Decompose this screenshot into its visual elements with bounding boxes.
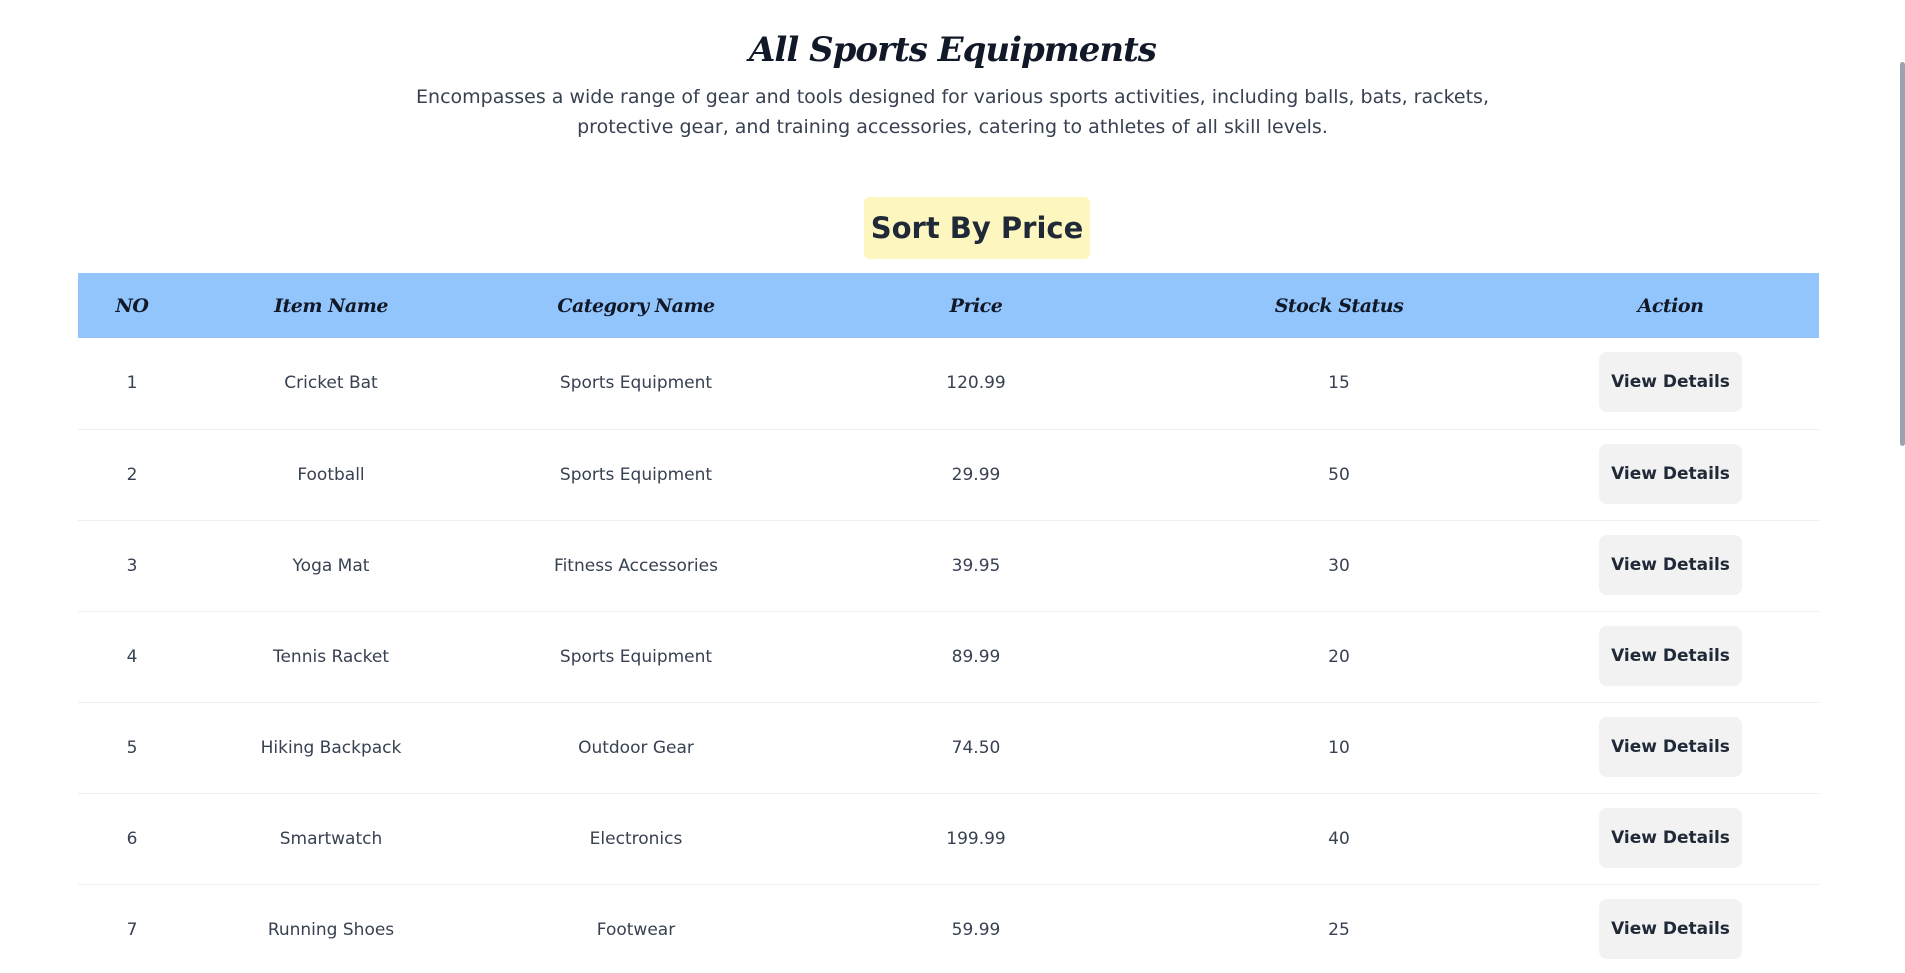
- cell-action: View Details: [1522, 520, 1819, 611]
- cell-action: View Details: [1522, 884, 1819, 973]
- cell-no: 6: [126, 828, 138, 849]
- cell-action: View Details: [1522, 702, 1819, 793]
- cell-stock-status: 15: [1328, 373, 1350, 394]
- column-header-no: NO: [115, 294, 149, 317]
- cell-price: 74.50: [951, 737, 1001, 758]
- cell-item-name: Smartwatch: [279, 828, 383, 849]
- table-header: NO Item Name Category Name Price Stock S…: [78, 273, 1819, 338]
- view-details-button[interactable]: View Details: [1599, 898, 1742, 959]
- cell-item-name: Cricket Bat: [284, 373, 378, 394]
- column-header-item-name: Item Name: [274, 294, 388, 317]
- sort-by-price-button[interactable]: Sort By Price: [864, 197, 1090, 259]
- cell-price: 39.95: [951, 555, 1001, 576]
- cell-no: 4: [126, 646, 138, 667]
- view-details-button[interactable]: View Details: [1599, 807, 1742, 868]
- cell-stock-status: 25: [1328, 919, 1350, 940]
- view-details-button[interactable]: View Details: [1599, 443, 1742, 504]
- cell-action: View Details: [1522, 793, 1819, 884]
- table-row: 6 Smartwatch Electronics 199.99 40 View …: [78, 793, 1819, 884]
- cell-category-name: Sports Equipment: [559, 646, 713, 667]
- column-header-category-name: Category Name: [557, 294, 715, 317]
- cell-category-name: Fitness Accessories: [554, 555, 718, 576]
- cell-item-name: Tennis Racket: [272, 646, 390, 667]
- cell-price: 199.99: [946, 828, 1006, 849]
- page-title: All Sports Equipments: [749, 30, 1157, 70]
- cell-stock-status: 40: [1328, 828, 1350, 849]
- table-row: 1 Cricket Bat Sports Equipment 120.99 15…: [78, 338, 1819, 429]
- view-details-button[interactable]: View Details: [1599, 716, 1742, 777]
- column-header-stock-status: Stock Status: [1274, 294, 1404, 317]
- cell-category-name: Sports Equipment: [559, 373, 713, 394]
- equipment-table-container: NO Item Name Category Name Price Stock S…: [78, 273, 1819, 973]
- table-header-row: NO Item Name Category Name Price Stock S…: [78, 273, 1819, 338]
- cell-no: 1: [126, 373, 138, 394]
- cell-no: 2: [126, 464, 138, 485]
- table-row: 3 Yoga Mat Fitness Accessories 39.95 30 …: [78, 520, 1819, 611]
- cell-no: 7: [126, 919, 138, 940]
- cell-no: 3: [126, 555, 138, 576]
- table-body: 1 Cricket Bat Sports Equipment 120.99 15…: [78, 338, 1819, 973]
- cell-action: View Details: [1522, 338, 1819, 429]
- cell-category-name: Sports Equipment: [559, 464, 713, 485]
- cell-price: 89.99: [951, 646, 1001, 667]
- scrollbar-thumb[interactable]: [1900, 62, 1905, 446]
- page-header: All Sports Equipments Encompasses a wide…: [0, 26, 1905, 142]
- table-row: 5 Hiking Backpack Outdoor Gear 74.50 10 …: [78, 702, 1819, 793]
- cell-item-name: Running Shoes: [267, 919, 395, 940]
- view-details-button[interactable]: View Details: [1599, 625, 1742, 686]
- equipment-table: NO Item Name Category Name Price Stock S…: [78, 273, 1819, 973]
- cell-action: View Details: [1522, 611, 1819, 702]
- cell-category-name: Outdoor Gear: [578, 737, 694, 758]
- cell-stock-status: 30: [1328, 555, 1350, 576]
- cell-no: 5: [126, 737, 138, 758]
- page-description: Encompasses a wide range of gear and too…: [416, 86, 1489, 138]
- vertical-scrollbar[interactable]: [1900, 0, 1905, 973]
- cell-item-name: Yoga Mat: [292, 555, 370, 576]
- cell-stock-status: 10: [1328, 737, 1350, 758]
- table-row: 7 Running Shoes Footwear 59.99 25 View D…: [78, 884, 1819, 973]
- column-header-action: Action: [1637, 294, 1704, 317]
- cell-item-name: Football: [297, 464, 365, 485]
- table-row: 4 Tennis Racket Sports Equipment 89.99 2…: [78, 611, 1819, 702]
- cell-category-name: Footwear: [596, 919, 676, 940]
- page: All Sports Equipments Encompasses a wide…: [0, 0, 1905, 973]
- column-header-price: Price: [949, 294, 1003, 317]
- view-details-button[interactable]: View Details: [1599, 352, 1742, 413]
- view-details-button[interactable]: View Details: [1599, 534, 1742, 595]
- cell-price: 59.99: [951, 919, 1001, 940]
- cell-stock-status: 20: [1328, 646, 1350, 667]
- cell-item-name: Hiking Backpack: [260, 737, 402, 758]
- cell-category-name: Electronics: [589, 828, 683, 849]
- table-row: 2 Football Sports Equipment 29.99 50 Vie…: [78, 429, 1819, 520]
- cell-price: 120.99: [946, 373, 1006, 394]
- cell-stock-status: 50: [1328, 464, 1350, 485]
- cell-price: 29.99: [951, 464, 1001, 485]
- cell-action: View Details: [1522, 429, 1819, 520]
